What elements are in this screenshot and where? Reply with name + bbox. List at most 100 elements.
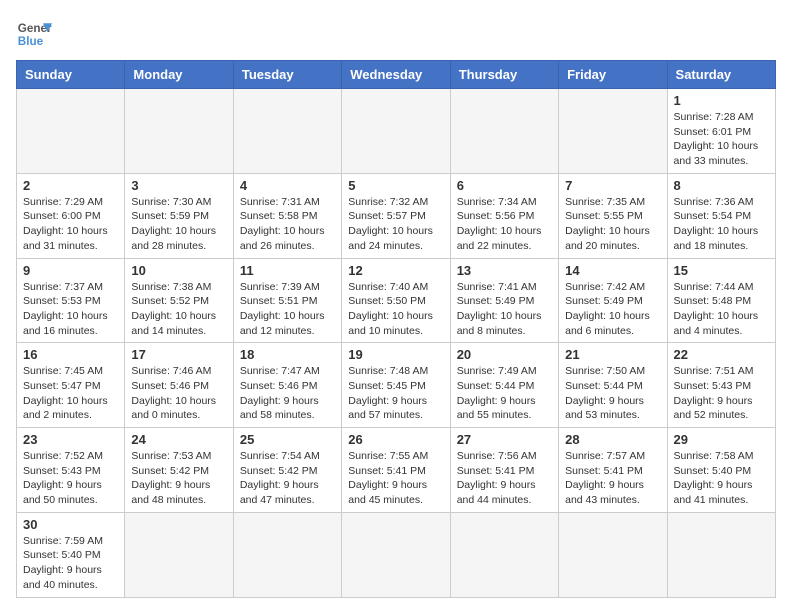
calendar-cell: 28 Sunrise: 7:57 AM Sunset: 5:41 PM Dayli… <box>559 428 667 513</box>
day-info: Sunrise: 7:39 AM Sunset: 5:51 PM Dayligh… <box>240 280 335 339</box>
calendar-cell: 20 Sunrise: 7:49 AM Sunset: 5:44 PM Dayli… <box>450 343 558 428</box>
calendar-cell: 13Sunrise: 7:41 AM Sunset: 5:49 PM Dayli… <box>450 258 558 343</box>
day-number: 20 <box>457 347 552 362</box>
calendar-cell: 17 Sunrise: 7:46 AM Sunset: 5:46 PM Dayli… <box>125 343 233 428</box>
calendar-week-3: 9 Sunrise: 7:37 AM Sunset: 5:53 PM Daylig… <box>17 258 776 343</box>
calendar-cell: 10 Sunrise: 7:38 AM Sunset: 5:52 PM Dayli… <box>125 258 233 343</box>
day-info: Sunrise: 7:31 AM Sunset: 5:58 PM Dayligh… <box>240 195 335 254</box>
weekday-header-saturday: Saturday <box>667 61 775 89</box>
day-number: 23 <box>23 432 118 447</box>
day-info: Sunrise: 7:44 AM Sunset: 5:48 PM Dayligh… <box>674 280 769 339</box>
calendar-cell: 9 Sunrise: 7:37 AM Sunset: 5:53 PM Daylig… <box>17 258 125 343</box>
calendar-table: SundayMondayTuesdayWednesdayThursdayFrid… <box>16 60 776 598</box>
day-info: Sunrise: 7:42 AM Sunset: 5:49 PM Dayligh… <box>565 280 660 339</box>
day-number: 13 <box>457 263 552 278</box>
calendar-cell: 2 Sunrise: 7:29 AM Sunset: 6:00 PM Daylig… <box>17 173 125 258</box>
day-info: Sunrise: 7:35 AM Sunset: 5:55 PM Dayligh… <box>565 195 660 254</box>
day-number: 21 <box>565 347 660 362</box>
day-info: Sunrise: 7:50 AM Sunset: 5:44 PM Dayligh… <box>565 364 660 423</box>
calendar-cell: 15 Sunrise: 7:44 AM Sunset: 5:48 PM Dayli… <box>667 258 775 343</box>
day-number: 1 <box>674 93 769 108</box>
day-number: 9 <box>23 263 118 278</box>
day-number: 2 <box>23 178 118 193</box>
day-number: 15 <box>674 263 769 278</box>
weekday-header-tuesday: Tuesday <box>233 61 341 89</box>
calendar-cell: 6 Sunrise: 7:34 AM Sunset: 5:56 PM Daylig… <box>450 173 558 258</box>
day-number: 10 <box>131 263 226 278</box>
day-info: Sunrise: 7:47 AM Sunset: 5:46 PM Dayligh… <box>240 364 335 423</box>
day-info: Sunrise: 7:38 AM Sunset: 5:52 PM Dayligh… <box>131 280 226 339</box>
calendar-cell <box>450 89 558 174</box>
day-info: Sunrise: 7:53 AM Sunset: 5:42 PM Dayligh… <box>131 449 226 508</box>
day-number: 16 <box>23 347 118 362</box>
day-info: Sunrise: 7:28 AM Sunset: 6:01 PM Dayligh… <box>674 110 769 169</box>
calendar-cell <box>667 512 775 597</box>
day-info: Sunrise: 7:37 AM Sunset: 5:53 PM Dayligh… <box>23 280 118 339</box>
day-info: Sunrise: 7:36 AM Sunset: 5:54 PM Dayligh… <box>674 195 769 254</box>
day-number: 11 <box>240 263 335 278</box>
day-number: 5 <box>348 178 443 193</box>
calendar-week-2: 2 Sunrise: 7:29 AM Sunset: 6:00 PM Daylig… <box>17 173 776 258</box>
day-info: Sunrise: 7:54 AM Sunset: 5:42 PM Dayligh… <box>240 449 335 508</box>
calendar-cell: 19Sunrise: 7:48 AM Sunset: 5:45 PM Dayli… <box>342 343 450 428</box>
day-number: 8 <box>674 178 769 193</box>
day-number: 6 <box>457 178 552 193</box>
calendar-cell: 1 Sunrise: 7:28 AM Sunset: 6:01 PM Daylig… <box>667 89 775 174</box>
day-info: Sunrise: 7:58 AM Sunset: 5:40 PM Dayligh… <box>674 449 769 508</box>
day-info: Sunrise: 7:46 AM Sunset: 5:46 PM Dayligh… <box>131 364 226 423</box>
calendar-cell: 18 Sunrise: 7:47 AM Sunset: 5:46 PM Dayli… <box>233 343 341 428</box>
day-info: Sunrise: 7:55 AM Sunset: 5:41 PM Dayligh… <box>348 449 443 508</box>
day-number: 24 <box>131 432 226 447</box>
weekday-header-friday: Friday <box>559 61 667 89</box>
day-number: 27 <box>457 432 552 447</box>
calendar-cell: 21 Sunrise: 7:50 AM Sunset: 5:44 PM Dayli… <box>559 343 667 428</box>
day-number: 7 <box>565 178 660 193</box>
calendar-cell: 23 Sunrise: 7:52 AM Sunset: 5:43 PM Dayli… <box>17 428 125 513</box>
calendar-cell: 16 Sunrise: 7:45 AM Sunset: 5:47 PM Dayli… <box>17 343 125 428</box>
calendar-cell: 12 Sunrise: 7:40 AM Sunset: 5:50 PM Dayli… <box>342 258 450 343</box>
calendar-week-4: 16 Sunrise: 7:45 AM Sunset: 5:47 PM Dayli… <box>17 343 776 428</box>
day-number: 4 <box>240 178 335 193</box>
calendar-cell <box>125 512 233 597</box>
day-info: Sunrise: 7:56 AM Sunset: 5:41 PM Dayligh… <box>457 449 552 508</box>
logo: General Blue <box>16 16 52 52</box>
day-info: Sunrise: 7:29 AM Sunset: 6:00 PM Dayligh… <box>23 195 118 254</box>
day-number: 14 <box>565 263 660 278</box>
weekday-header-wednesday: Wednesday <box>342 61 450 89</box>
weekday-header-sunday: Sunday <box>17 61 125 89</box>
day-info: Sunrise: 7:49 AM Sunset: 5:44 PM Dayligh… <box>457 364 552 423</box>
weekday-header-monday: Monday <box>125 61 233 89</box>
calendar-week-1: 1 Sunrise: 7:28 AM Sunset: 6:01 PM Daylig… <box>17 89 776 174</box>
calendar-cell: 8 Sunrise: 7:36 AM Sunset: 5:54 PM Daylig… <box>667 173 775 258</box>
day-info: Sunrise: 7:59 AM Sunset: 5:40 PM Dayligh… <box>23 534 118 593</box>
calendar-cell: 7 Sunrise: 7:35 AM Sunset: 5:55 PM Daylig… <box>559 173 667 258</box>
page-header: General Blue <box>16 16 776 52</box>
day-number: 12 <box>348 263 443 278</box>
calendar-cell <box>17 89 125 174</box>
calendar-week-6: 30 Sunrise: 7:59 AM Sunset: 5:40 PM Dayli… <box>17 512 776 597</box>
calendar-cell: 29Sunrise: 7:58 AM Sunset: 5:40 PM Dayli… <box>667 428 775 513</box>
day-info: Sunrise: 7:32 AM Sunset: 5:57 PM Dayligh… <box>348 195 443 254</box>
day-number: 28 <box>565 432 660 447</box>
day-info: Sunrise: 7:40 AM Sunset: 5:50 PM Dayligh… <box>348 280 443 339</box>
day-number: 17 <box>131 347 226 362</box>
calendar-cell: 27 Sunrise: 7:56 AM Sunset: 5:41 PM Dayli… <box>450 428 558 513</box>
day-info: Sunrise: 7:34 AM Sunset: 5:56 PM Dayligh… <box>457 195 552 254</box>
calendar-cell <box>233 89 341 174</box>
calendar-cell <box>125 89 233 174</box>
day-info: Sunrise: 7:57 AM Sunset: 5:41 PM Dayligh… <box>565 449 660 508</box>
calendar-header-row: SundayMondayTuesdayWednesdayThursdayFrid… <box>17 61 776 89</box>
day-info: Sunrise: 7:30 AM Sunset: 5:59 PM Dayligh… <box>131 195 226 254</box>
day-info: Sunrise: 7:45 AM Sunset: 5:47 PM Dayligh… <box>23 364 118 423</box>
calendar-cell <box>342 89 450 174</box>
day-number: 30 <box>23 517 118 532</box>
calendar-cell <box>233 512 341 597</box>
day-number: 22 <box>674 347 769 362</box>
calendar-week-5: 23 Sunrise: 7:52 AM Sunset: 5:43 PM Dayli… <box>17 428 776 513</box>
day-number: 3 <box>131 178 226 193</box>
weekday-header-thursday: Thursday <box>450 61 558 89</box>
day-info: Sunrise: 7:52 AM Sunset: 5:43 PM Dayligh… <box>23 449 118 508</box>
day-number: 18 <box>240 347 335 362</box>
day-info: Sunrise: 7:51 AM Sunset: 5:43 PM Dayligh… <box>674 364 769 423</box>
calendar-cell: 24 Sunrise: 7:53 AM Sunset: 5:42 PM Dayli… <box>125 428 233 513</box>
